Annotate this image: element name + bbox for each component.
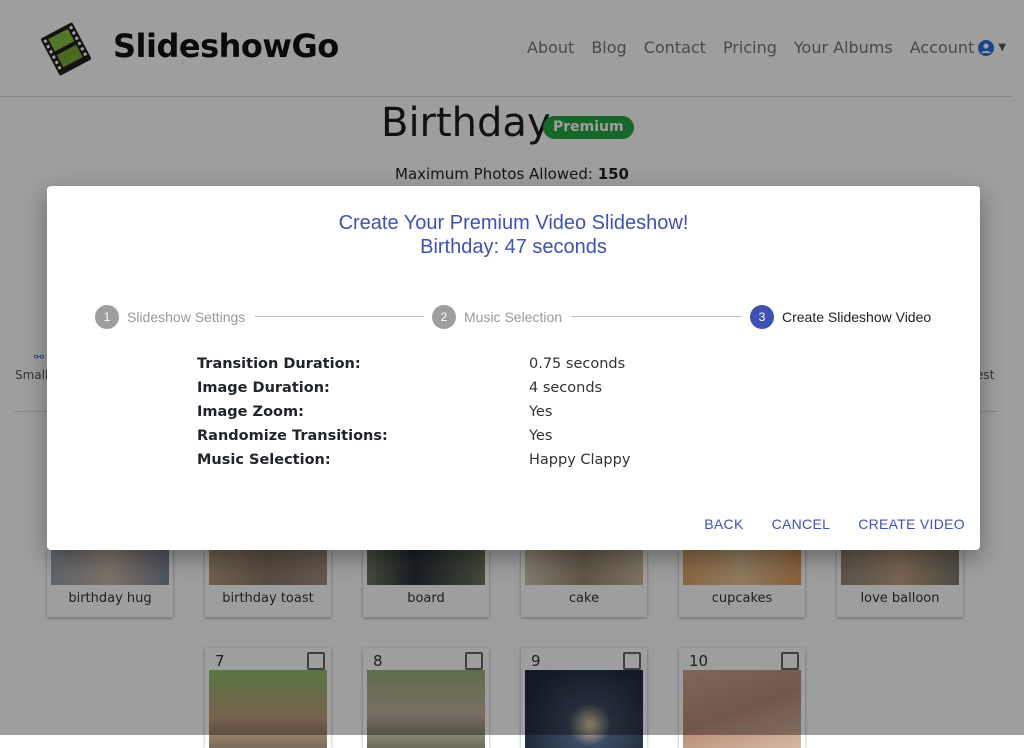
summary-label: Randomize Transitions: [197, 428, 388, 444]
dialog-title-line1: Create Your Premium Video Slideshow! [338, 212, 689, 234]
summary-row: Randomize Transitions: Yes [197, 428, 797, 452]
dialog-title: Create Your Premium Video Slideshow! Bir… [47, 211, 980, 259]
summary-row: Image Zoom: Yes [197, 404, 797, 428]
summary-value: Yes [529, 404, 553, 420]
step-number: 1 [95, 305, 119, 329]
summary-value: Yes [529, 428, 553, 444]
create-video-button[interactable]: CREATE VIDEO [858, 516, 965, 532]
summary-value: 0.75 seconds [529, 356, 626, 372]
step-create-slideshow-video[interactable]: 3 Create Slideshow Video [750, 305, 931, 329]
dialog-title-line2: Birthday: 47 seconds [420, 236, 607, 258]
cancel-button[interactable]: CANCEL [772, 516, 831, 532]
step-number: 3 [750, 305, 774, 329]
summary-label: Transition Duration: [197, 356, 361, 372]
summary-row: Image Duration: 4 seconds [197, 380, 797, 404]
summary-label: Music Selection: [197, 452, 331, 468]
step-music-selection[interactable]: 2 Music Selection [432, 305, 562, 329]
summary-value: Happy Clappy [529, 452, 631, 468]
summary-row: Music Selection: Happy Clappy [197, 452, 797, 476]
step-number: 2 [432, 305, 456, 329]
step-label: Slideshow Settings [127, 309, 246, 325]
step-label: Music Selection [464, 309, 563, 325]
create-video-dialog: Create Your Premium Video Slideshow! Bir… [47, 186, 980, 550]
step-label: Create Slideshow Video [782, 309, 932, 325]
dialog-actions: BACK CANCEL CREATE VIDEO [704, 516, 965, 532]
back-button[interactable]: BACK [704, 516, 743, 532]
step-connector [572, 316, 741, 317]
summary-row: Transition Duration: 0.75 seconds [197, 356, 797, 380]
settings-summary: Transition Duration: 0.75 seconds Image … [197, 356, 797, 476]
summary-label: Image Duration: [197, 380, 330, 396]
summary-value: 4 seconds [529, 380, 603, 396]
step-connector [255, 316, 424, 317]
summary-label: Image Zoom: [197, 404, 304, 420]
step-slideshow-settings[interactable]: 1 Slideshow Settings [95, 305, 245, 329]
